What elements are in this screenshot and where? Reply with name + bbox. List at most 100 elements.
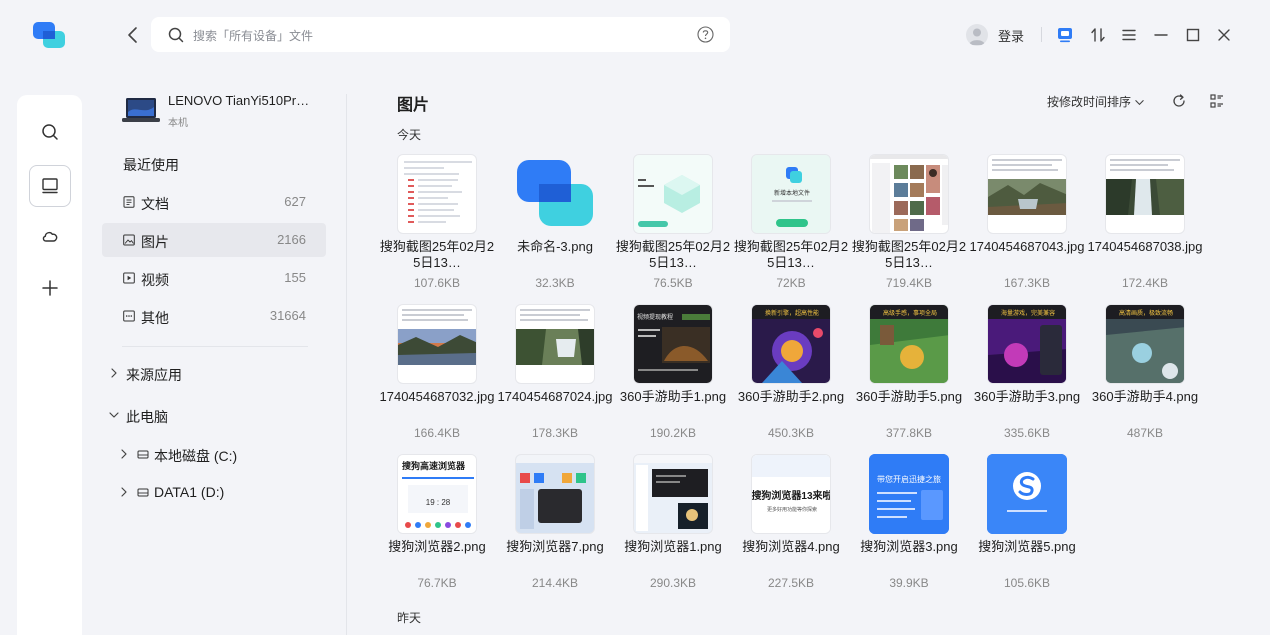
nav-item-label: 图片 bbox=[141, 234, 169, 250]
nav-item-videos[interactable]: 视频 155 bbox=[102, 261, 326, 295]
plus-icon bbox=[42, 280, 58, 296]
close-icon[interactable] bbox=[1215, 26, 1233, 44]
file-name: 搜狗浏览器2.png bbox=[388, 539, 486, 554]
file-item[interactable]: 换新引擎，超高性能 360手游助手2.png 450.3KB bbox=[732, 304, 850, 454]
minimize-icon[interactable] bbox=[1152, 26, 1170, 44]
file-thumbnail bbox=[1105, 154, 1185, 234]
list-view-icon[interactable] bbox=[1209, 93, 1225, 109]
file-item[interactable]: 搜狗截图25年02月25日13… 107.6KB bbox=[378, 154, 496, 304]
file-thumbnail bbox=[515, 454, 595, 534]
nav-item-images[interactable]: 图片 2166 bbox=[102, 223, 326, 257]
file-item[interactable]: 搜狗截图25年02月25日13… 76.5KB bbox=[614, 154, 732, 304]
file-item[interactable]: 未命名-3.png 32.3KB bbox=[496, 154, 614, 304]
file-name: 360手游助手4.png bbox=[1091, 389, 1199, 404]
file-size: 105.6KB bbox=[1003, 576, 1051, 590]
chevron-down-icon bbox=[109, 412, 119, 418]
file-item[interactable]: 海量游戏，完美兼容 360手游助手3.png 335.6KB bbox=[968, 304, 1086, 454]
nav-item-other[interactable]: 其他 31664 bbox=[102, 299, 326, 333]
sort-dropdown[interactable]: 按修改时间排序 bbox=[1047, 93, 1145, 110]
image-icon bbox=[123, 234, 135, 246]
rail-cloud-button[interactable] bbox=[30, 216, 70, 256]
search-icon bbox=[42, 124, 58, 140]
rail-add-button[interactable] bbox=[30, 268, 70, 308]
browser-thumb-title: 搜狗浏览器13来啦 bbox=[752, 489, 831, 502]
tree-drive-d[interactable]: DATA1 (D:) bbox=[118, 481, 328, 503]
browser-screenshot bbox=[516, 455, 594, 533]
rail-device-button[interactable] bbox=[29, 165, 71, 207]
back-button[interactable] bbox=[122, 24, 144, 46]
device-name[interactable]: LENOVO TianYi510Pr… bbox=[168, 93, 313, 108]
transfer-icon[interactable] bbox=[1089, 26, 1107, 44]
file-size: 172.4KB bbox=[1121, 276, 1169, 290]
browser-screenshot bbox=[634, 455, 712, 533]
search-bar[interactable] bbox=[151, 17, 730, 54]
nav-item-count: 31664 bbox=[269, 308, 306, 323]
app-logo-icon bbox=[517, 160, 593, 226]
game-thumb-text: 换新引擎，超高性能 bbox=[765, 309, 819, 317]
landscape-photo bbox=[988, 179, 1066, 215]
file-thumbnail: 新增本地文件 bbox=[751, 154, 831, 234]
forest-photo bbox=[516, 329, 594, 365]
sort-label: 按修改时间排序 bbox=[1047, 95, 1132, 109]
maximize-icon[interactable] bbox=[1184, 26, 1202, 44]
chevron-right-icon bbox=[121, 449, 127, 459]
cloud-icon bbox=[42, 231, 58, 242]
drive-icon bbox=[137, 450, 149, 459]
login-button[interactable]: 登录 bbox=[998, 26, 1024, 45]
file-item[interactable]: 高级手感，事项全局 360手游助手5.png 377.8KB bbox=[850, 304, 968, 454]
left-rail bbox=[17, 95, 82, 635]
file-name: 360手游助手2.png bbox=[737, 389, 845, 404]
nav-item-label: 视频 bbox=[141, 272, 169, 288]
help-icon[interactable] bbox=[697, 26, 714, 43]
file-thumbnail bbox=[987, 154, 1067, 234]
file-item[interactable]: 1740454687024.jpg 178.3KB bbox=[496, 304, 614, 454]
file-item[interactable]: 搜狗高速浏览器 19 : 28 搜狗浏览器2.png 76.7KB bbox=[378, 454, 496, 604]
column-divider bbox=[346, 94, 347, 635]
photo-collage bbox=[870, 155, 948, 233]
file-size: 107.6KB bbox=[413, 276, 461, 290]
file-item[interactable]: 1740454687043.jpg 167.3KB bbox=[968, 154, 1086, 304]
file-item[interactable]: 搜狗浏览器1.png 290.3KB bbox=[614, 454, 732, 604]
file-item[interactable]: 搜狗浏览器13来啦 更多好用功能等你探索 搜狗浏览器4.png 227.5KB bbox=[732, 454, 850, 604]
browser-screenshot: 搜狗浏览器13来啦 更多好用功能等你探索 bbox=[752, 455, 831, 533]
file-item[interactable]: 1740454687032.jpg 166.4KB bbox=[378, 304, 496, 454]
menu-icon[interactable] bbox=[1120, 26, 1138, 44]
dialog-title: 新增本地文件 bbox=[774, 189, 810, 197]
section-today: 今天 bbox=[397, 128, 422, 142]
file-item[interactable]: 新增本地文件 搜狗截图25年02月25日13… 72KB bbox=[732, 154, 850, 304]
file-name: 360手游助手3.png bbox=[973, 389, 1081, 404]
file-size: 178.3KB bbox=[531, 426, 579, 440]
file-item[interactable]: 搜狗截图25年02月25日13… 719.4KB bbox=[850, 154, 968, 304]
drive-icon bbox=[137, 488, 149, 497]
user-icon bbox=[969, 28, 985, 45]
avatar[interactable] bbox=[966, 24, 988, 46]
search-input[interactable] bbox=[191, 17, 675, 54]
file-thumbnail: 高级手感，事项全局 bbox=[869, 304, 949, 384]
chevron-right-icon bbox=[111, 368, 117, 378]
tree-label: DATA1 (D:) bbox=[154, 484, 225, 500]
nav-item-documents[interactable]: 文档 627 bbox=[102, 185, 326, 219]
file-name: 搜狗截图25年02月25日13… bbox=[733, 239, 849, 270]
toolbar-divider bbox=[1041, 27, 1042, 42]
file-item[interactable]: 1740454687038.jpg 172.4KB bbox=[1086, 154, 1204, 304]
file-item[interactable]: 搜狗浏览器7.png 214.4KB bbox=[496, 454, 614, 604]
file-item[interactable]: 搜狗浏览器5.png 105.6KB bbox=[968, 454, 1086, 604]
game-thumb-text: 高级手感，事项全局 bbox=[883, 309, 937, 317]
file-item[interactable]: 带您开启迅捷之旅 搜狗浏览器3.png 39.9KB bbox=[850, 454, 968, 604]
waterfall-photo bbox=[1106, 179, 1184, 215]
screen-cast-icon[interactable] bbox=[1056, 26, 1074, 44]
tree-this-pc[interactable]: 此电脑 bbox=[108, 404, 328, 426]
chevron-down-icon bbox=[1135, 100, 1144, 106]
tree-drive-c[interactable]: 本地磁盘 (C:) bbox=[118, 443, 328, 465]
file-size: 32.3KB bbox=[535, 276, 575, 290]
file-thumbnail: 海量游戏，完美兼容 bbox=[987, 304, 1067, 384]
file-name: 搜狗浏览器1.png bbox=[624, 539, 722, 554]
game-screenshot: 高清画质，极致流畅 bbox=[1106, 305, 1184, 383]
file-item[interactable]: 高清画质，极致流畅 360手游助手4.png 487KB bbox=[1086, 304, 1204, 454]
refresh-icon[interactable] bbox=[1171, 93, 1187, 109]
rail-search-button[interactable] bbox=[30, 112, 70, 152]
file-size: 450.3KB bbox=[767, 426, 815, 440]
tree-source-apps[interactable]: 来源应用 bbox=[108, 362, 328, 384]
file-item[interactable]: 视频提现教程 360手游助手1.png 190.2KB bbox=[614, 304, 732, 454]
dark-screenshot: 视频提现教程 bbox=[634, 305, 712, 383]
